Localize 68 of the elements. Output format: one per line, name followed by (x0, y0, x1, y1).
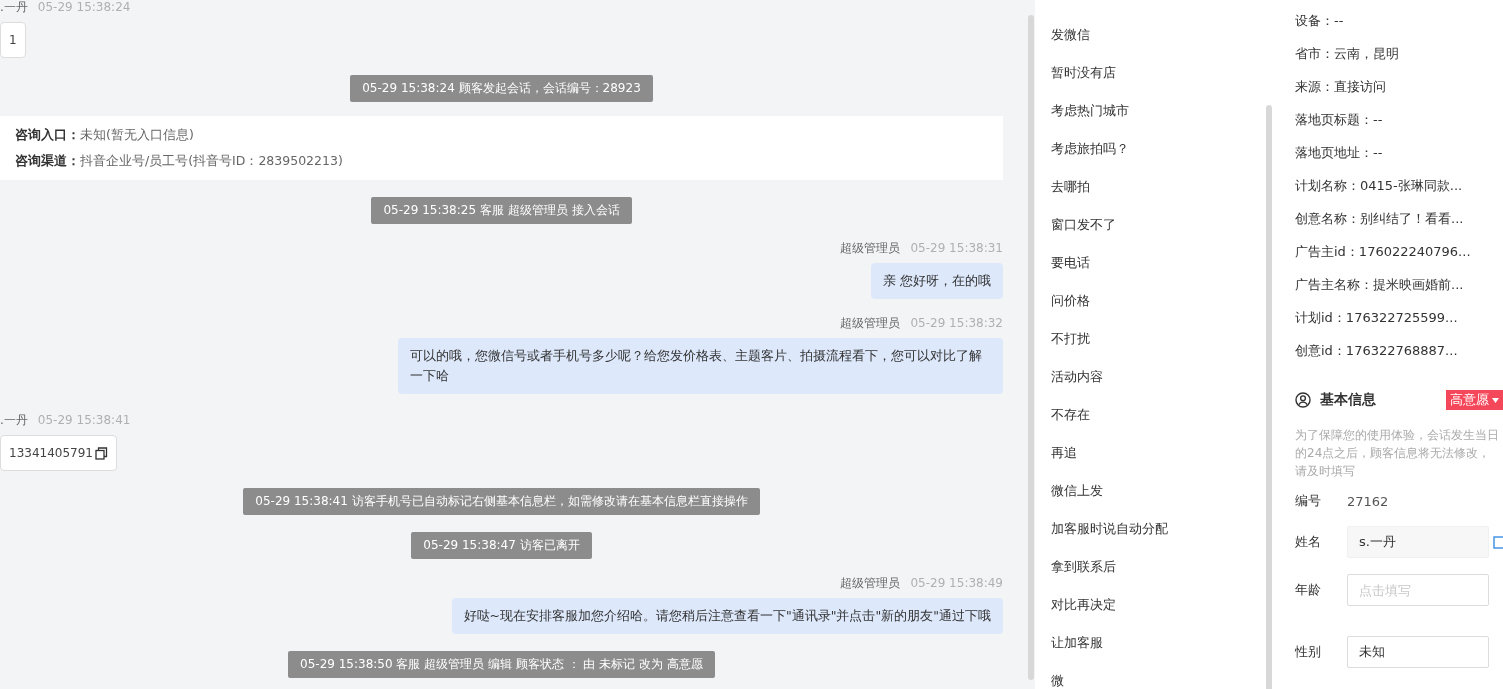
quick-reply-item[interactable]: 发微信 (1035, 25, 1275, 63)
user-icon (1295, 392, 1311, 408)
message-time: 05-29 15:38:49 (910, 576, 1003, 590)
message-time: 05-29 15:38:41 (37, 413, 131, 427)
message-text: 13341405791 (9, 446, 93, 460)
quick-reply-item[interactable]: 考虑热门城市 (1035, 101, 1275, 139)
quick-reply-item[interactable]: 要电话 (1035, 253, 1275, 291)
quick-reply-item[interactable]: 窗口发不了 (1035, 215, 1275, 253)
field-label: 编号 (1295, 492, 1322, 510)
system-notice: 05-29 15:38:50 客服 超级管理员 编辑 顾客状态 ： 由 未标记 改为 高意愿 (288, 651, 715, 678)
info-label: 咨询渠道： (15, 153, 80, 168)
sender-name: .一丹 (0, 413, 28, 427)
status-tag[interactable]: 高意愿 (1446, 390, 1503, 410)
quick-reply-item[interactable]: 再追 (1035, 443, 1275, 481)
info-label: 咨询入口： (15, 127, 80, 142)
visitor-info-line: 创意id：176322768887... (1295, 342, 1459, 360)
message-bubble: 亲 您好呀，在的哦 (871, 263, 1003, 299)
quick-reply-item[interactable]: 加客服时说自动分配 (1035, 519, 1275, 557)
visitor-info-line: 广告主名称：提米映画婚前... (1295, 276, 1465, 294)
system-notice: 05-29 15:38:24 顾客发起会话，会话编号：28923 (350, 75, 653, 102)
visitor-info-line: 计划名称：0415-张琳同款... (1295, 177, 1464, 195)
message-bubble: 可以的哦，您微信号或者手机号多少呢？给您发价格表、主题客片、拍摄流程看下，您可以对比了解一下哈 (398, 338, 1003, 394)
sender-name: 超级管理员 (840, 316, 901, 330)
input-field[interactable]: 未知 (1347, 636, 1489, 668)
sender-name: 超级管理员 (840, 576, 901, 590)
quick-reply-item[interactable]: 对比再决定 (1035, 595, 1275, 633)
scrollbar[interactable] (1266, 105, 1272, 689)
scrollbar[interactable] (1028, 15, 1034, 680)
quick-reply-item[interactable]: 问价格 (1035, 291, 1275, 329)
caret-icon (1492, 397, 1499, 403)
visitor-info-line: 落地页地址：-- (1295, 144, 1384, 162)
visitor-info-line: 省市：云南，昆明 (1295, 45, 1400, 63)
info-value: 抖音企业号/员工号(抖音号ID：2839502213) (80, 153, 343, 168)
name-field[interactable]: s.一丹 (1347, 526, 1489, 558)
sender-name: .一丹 (0, 0, 28, 14)
message-bubble: 好哒~现在安排客服加您介绍哈。请您稍后注意查看一下"通讯录"并点击"新的朋友"通过下哦 (451, 598, 1003, 634)
message-time: 05-29 15:38:31 (910, 241, 1003, 255)
visitor-info-line: 创意名称：别纠结了！看看... (1295, 210, 1465, 228)
quick-reply-item[interactable]: 不存在 (1035, 405, 1275, 443)
notice-text: 为了保障您的使用体验，会话发生当日的24点之后，顾客信息将无法修改，请及时填写 (1295, 427, 1500, 480)
info-value: 未知(暂无入口信息) (80, 127, 194, 142)
quick-reply-item[interactable]: 去哪拍 (1035, 177, 1275, 215)
visitor-info-line: 来源：直接访问 (1295, 78, 1387, 96)
message-time: 05-29 15:38:24 (37, 0, 131, 14)
system-notice: 05-29 15:38:47 访客已离开 (411, 532, 592, 559)
visitor-info-line: 落地页标题：-- (1295, 111, 1384, 129)
copy-icon[interactable] (95, 446, 108, 460)
visitor-info-line: 设备：-- (1295, 12, 1345, 30)
field-value: 27162 (1347, 493, 1389, 509)
quick-reply-item[interactable]: 考虑旅拍吗？ (1035, 139, 1275, 177)
section-title: 基本信息 (1320, 391, 1376, 409)
field-label: 年龄 (1295, 581, 1322, 599)
message-text: 1 (9, 33, 17, 47)
quick-reply-item[interactable]: 拿到联系后 (1035, 557, 1275, 595)
quick-reply-item[interactable]: 暂时没有店 (1035, 63, 1275, 101)
quick-reply-item[interactable]: 不打扰 (1035, 329, 1275, 367)
system-notice: 05-29 15:38:41 访客手机号已自动标记右侧基本信息栏，如需修改请在基本信息栏直接操作 (243, 488, 760, 515)
field-label: 性别 (1295, 643, 1322, 661)
sender-name: 超级管理员 (840, 241, 901, 255)
system-notice: 05-29 15:38:25 客服 超级管理员 接入会话 (371, 197, 632, 224)
message-time: 05-29 15:38:32 (910, 316, 1003, 330)
quick-reply-item[interactable]: 让加客服 (1035, 633, 1275, 671)
quick-reply-item[interactable]: 微 (1035, 671, 1275, 689)
field-label: 姓名 (1295, 533, 1322, 551)
quick-reply-item[interactable]: 活动内容 (1035, 367, 1275, 405)
quick-reply-item[interactable]: 微信上发 (1035, 481, 1275, 519)
visitor-info-line: 计划id：176322725599... (1295, 309, 1459, 327)
visitor-info-line: 广告主id：176022240796... (1295, 243, 1472, 261)
